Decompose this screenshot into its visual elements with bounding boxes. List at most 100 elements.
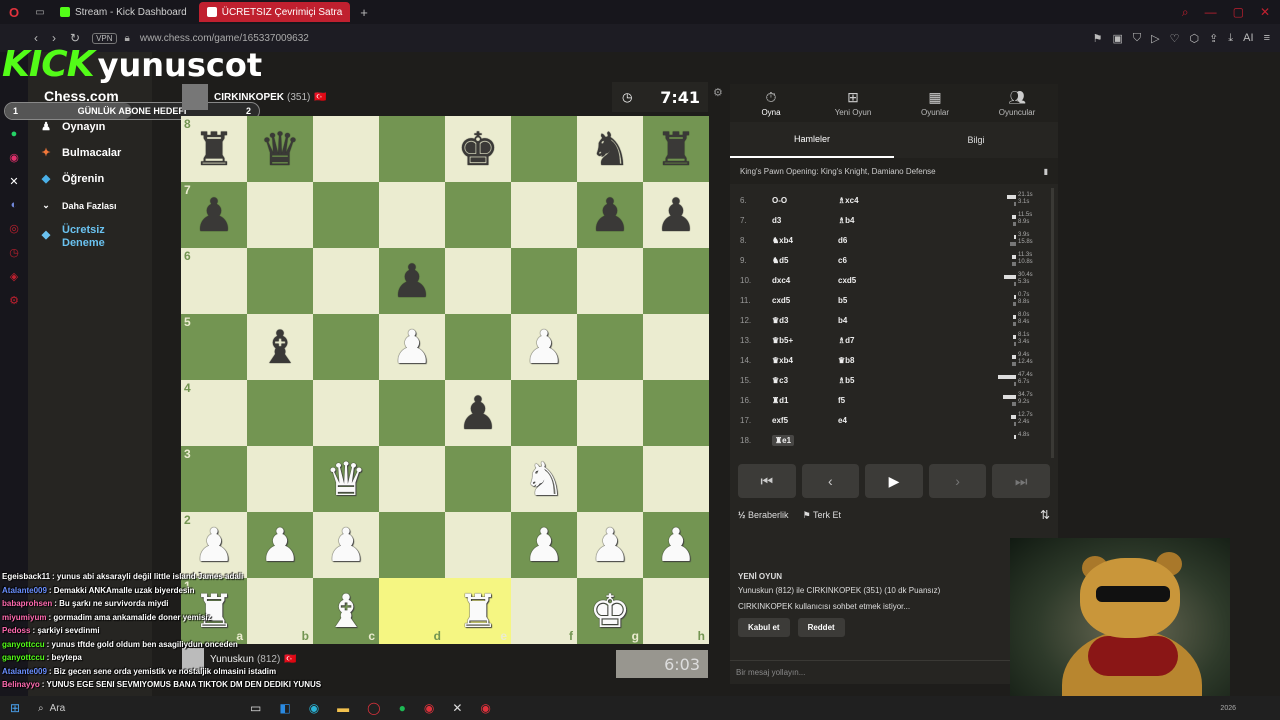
tab-chess[interactable]: ÜCRETSIZ Çevrimiçi Satra <box>198 2 351 22</box>
sidebar-item-learn[interactable]: ◆ Öğrenin <box>38 172 104 186</box>
square-b2[interactable]: ♟ <box>247 512 313 578</box>
white-pawn-icon[interactable]: ♟ <box>325 522 366 568</box>
last-move-button[interactable]: ⏭ <box>992 464 1050 498</box>
black-move[interactable]: ♗d7 <box>838 336 938 345</box>
shield-icon[interactable]: ⛉ <box>1133 32 1141 45</box>
url-field[interactable]: www.chess.com/game/165337009632 <box>140 33 309 44</box>
square-e7[interactable] <box>445 182 511 248</box>
white-move[interactable]: ♞d5 <box>772 256 838 265</box>
white-move[interactable]: ♛d3 <box>772 316 838 325</box>
square-e8[interactable]: ♚ <box>445 116 511 182</box>
message-input[interactable]: Bir mesaj yollayın... <box>730 660 1058 684</box>
square-d2[interactable] <box>379 512 445 578</box>
black-move[interactable]: ♛b8 <box>838 356 938 365</box>
square-c8[interactable] <box>313 116 379 182</box>
sidebar-item-play[interactable]: ♟ Oynayın <box>38 120 105 134</box>
outlook-icon[interactable]: ◧ <box>279 701 290 715</box>
scrollbar[interactable] <box>1051 188 1054 458</box>
square-a7[interactable]: 7 ♟ <box>181 182 247 248</box>
first-move-button[interactable]: ⏮ <box>738 464 796 498</box>
square-g7[interactable]: ♟ <box>577 182 643 248</box>
white-pawn-icon[interactable]: ♟ <box>523 324 564 370</box>
square-h3[interactable] <box>643 446 709 512</box>
square-b5[interactable]: ♝ <box>247 314 313 380</box>
white-knight-icon[interactable]: ♞ <box>523 456 564 502</box>
flow-icon[interactable]: ◈ <box>10 270 18 283</box>
square-d4[interactable] <box>379 380 445 446</box>
white-pawn-icon[interactable]: ♟ <box>655 522 696 568</box>
square-c5[interactable] <box>313 314 379 380</box>
square-g8[interactable]: ♞ <box>577 116 643 182</box>
search-tabs-icon[interactable]: ⌕ <box>1182 5 1189 20</box>
square-c7[interactable] <box>313 182 379 248</box>
square-g5[interactable] <box>577 314 643 380</box>
black-move[interactable]: ♗b5 <box>838 376 938 385</box>
square-d6[interactable]: ♟ <box>379 248 445 314</box>
forward-icon[interactable]: › <box>52 31 56 45</box>
chat-username[interactable]: babaprohsen <box>2 599 52 608</box>
chess-board[interactable]: 8 ♜ ♛ ♚ ♞ ♜ 7 ♟ ♟ ♟ 6 ♟ 5 ♝ ♟ ♟ 4 ♟ 3 ♛ ♞ 2 ♟ ♟ ♟ ♟ ♟ ♟ 1 a ♜ b c ♝ d e ♜ f g ♚… <box>181 116 709 644</box>
white-move[interactable]: ♛xb4 <box>772 356 838 365</box>
reload-icon[interactable]: ↻ <box>70 31 80 45</box>
square-b6[interactable] <box>247 248 313 314</box>
square-g4[interactable] <box>577 380 643 446</box>
white-move[interactable]: ♜e1 <box>772 434 838 446</box>
x-icon[interactable]: ✕ <box>9 175 18 188</box>
black-move[interactable]: cxd5 <box>838 276 938 285</box>
white-pawn-icon[interactable]: ♟ <box>523 522 564 568</box>
square-h8[interactable]: ♜ <box>643 116 709 182</box>
square-e1[interactable]: e ♜ <box>445 578 511 644</box>
white-move[interactable]: cxd5 <box>772 296 838 305</box>
white-pawn-icon[interactable]: ♟ <box>259 522 300 568</box>
square-b4[interactable] <box>247 380 313 446</box>
menu-icon[interactable]: ≡ <box>1264 32 1270 45</box>
capcut-icon[interactable]: ✕ <box>452 701 462 715</box>
book-icon[interactable]: ▮ <box>1044 167 1048 176</box>
square-h1[interactable]: h <box>643 578 709 644</box>
history-icon[interactable]: ◷ <box>9 246 19 259</box>
square-a8[interactable]: 8 ♜ <box>181 116 247 182</box>
square-e3[interactable] <box>445 446 511 512</box>
chat-username[interactable]: ganyottccu <box>2 653 45 662</box>
minimize-icon[interactable]: — <box>1205 5 1217 20</box>
close-icon[interactable]: ✕ <box>1260 5 1270 20</box>
square-d8[interactable] <box>379 116 445 182</box>
white-move[interactable]: ♜d1 <box>772 396 838 405</box>
explorer-icon[interactable]: ▬ <box>337 701 349 715</box>
chat-username[interactable]: Atalante009 <box>2 667 47 676</box>
back-icon[interactable]: ‹ <box>34 31 38 45</box>
black-move[interactable]: b4 <box>838 316 938 325</box>
share-icon[interactable]: ⇪ <box>1209 32 1218 45</box>
black-pawn-icon[interactable]: ♟ <box>655 192 696 238</box>
play-icon[interactable]: ▷ <box>1151 32 1159 45</box>
ai-icon[interactable]: AI <box>1243 32 1253 45</box>
square-h5[interactable] <box>643 314 709 380</box>
white-rook-icon[interactable]: ♜ <box>457 588 498 634</box>
snapshot-icon[interactable]: ▣ <box>1112 32 1122 45</box>
download-icon[interactable]: ⤓ <box>1228 32 1233 45</box>
square-g3[interactable] <box>577 446 643 512</box>
black-knight-icon[interactable]: ♞ <box>589 126 630 172</box>
square-a6[interactable]: 6 <box>181 248 247 314</box>
square-c6[interactable] <box>313 248 379 314</box>
black-queen-icon[interactable]: ♛ <box>259 126 300 172</box>
square-f4[interactable] <box>511 380 577 446</box>
black-pawn-icon[interactable]: ♟ <box>391 258 432 304</box>
workspaces-icon[interactable]: ▭ <box>28 7 52 18</box>
pinned-icon[interactable]: ◎ <box>9 222 19 235</box>
white-move[interactable]: ♛b5+ <box>772 336 838 345</box>
black-king-icon[interactable]: ♚ <box>457 126 498 172</box>
opera-menu-icon[interactable]: O <box>0 5 28 20</box>
tab-kick-dashboard[interactable]: Stream - Kick Dashboard <box>52 2 195 22</box>
prev-move-button[interactable]: ‹ <box>801 464 860 498</box>
square-e2[interactable] <box>445 512 511 578</box>
white-move[interactable]: dxc4 <box>772 276 838 285</box>
reject-button[interactable]: Reddet <box>797 618 845 637</box>
black-move[interactable]: b5 <box>838 296 938 305</box>
square-h2[interactable]: ♟ <box>643 512 709 578</box>
maximize-icon[interactable]: ▢ <box>1233 5 1244 20</box>
square-d7[interactable] <box>379 182 445 248</box>
square-e6[interactable] <box>445 248 511 314</box>
square-g6[interactable] <box>577 248 643 314</box>
square-a4[interactable]: 4 <box>181 380 247 446</box>
